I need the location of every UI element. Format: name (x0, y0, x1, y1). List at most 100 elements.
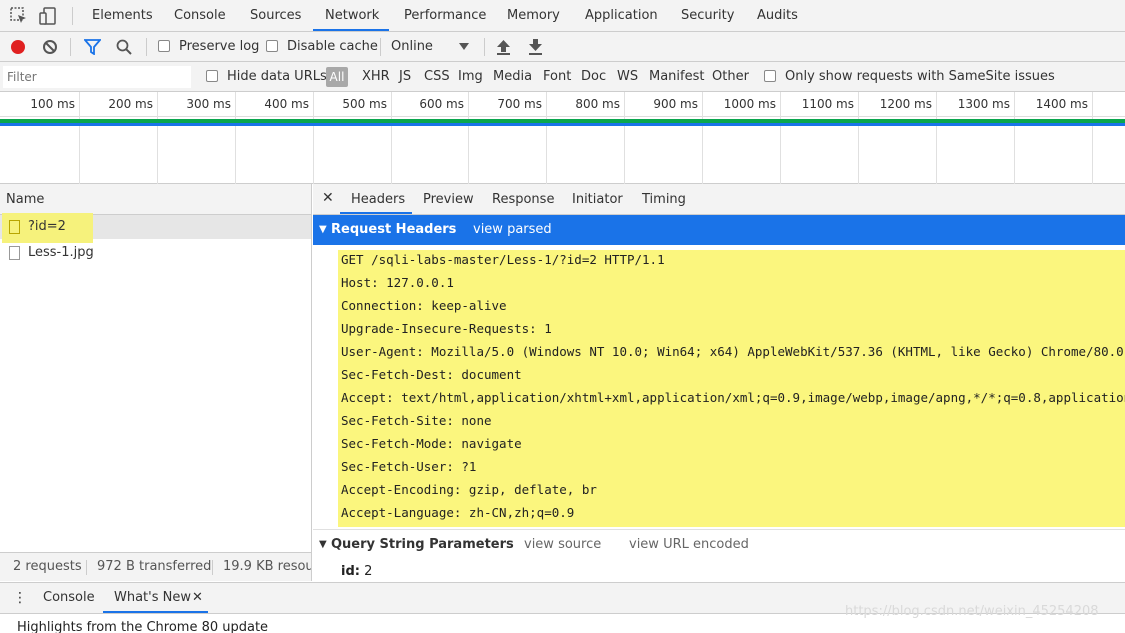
header-line: Accept-Language: zh-CN,zh;q=0.9 (341, 505, 575, 520)
drawer-tab-console[interactable]: Console (43, 583, 95, 613)
expand-triangle-icon[interactable]: ▼ (319, 530, 327, 560)
filter-type-xhr[interactable]: XHR (362, 62, 390, 92)
timeline-gridline (157, 92, 158, 184)
query-string-section-header[interactable]: ▼ Query String Parameters view source vi… (313, 529, 1125, 559)
tab-performance[interactable]: Performance (404, 0, 486, 32)
header-line: Sec-Fetch-Dest: document (341, 367, 522, 382)
chevron-down-icon[interactable] (459, 43, 469, 51)
tab-preview[interactable]: Preview (423, 184, 474, 215)
filter-type-other[interactable]: Other (712, 62, 749, 92)
header-line: GET /sqli-labs-master/Less-1/?id=2 HTTP/… (341, 252, 665, 267)
inspect-element-icon[interactable] (9, 6, 29, 26)
filter-type-media[interactable]: Media (493, 62, 532, 92)
request-row-selected[interactable]: ?id=2 (0, 215, 311, 239)
filter-type-manifest[interactable]: Manifest (649, 62, 704, 92)
tab-response[interactable]: Response (492, 184, 554, 215)
timeline-gridline (468, 92, 469, 184)
hide-data-urls-label[interactable]: Hide data URLs (227, 62, 327, 92)
tab-memory[interactable]: Memory (507, 0, 560, 32)
header-line: Connection: keep-alive (341, 298, 507, 313)
filter-type-font[interactable]: Font (543, 62, 571, 92)
request-count: 2 requests (13, 559, 82, 574)
filter-bar: Hide data URLs All XHR JS CSS Img Media … (0, 62, 1125, 92)
timeline-gridline (391, 92, 392, 184)
disable-cache-label[interactable]: Disable cache (287, 32, 378, 62)
search-icon[interactable] (116, 39, 132, 55)
header-line: Sec-Fetch-Mode: navigate (341, 436, 522, 451)
timeline-tick-label: 900 ms (653, 97, 698, 111)
timeline-gridline (858, 92, 859, 184)
header-line: Upgrade-Insecure-Requests: 1 (341, 321, 552, 336)
expand-triangle-icon[interactable]: ▼ (319, 215, 327, 245)
timeline-gridline (313, 92, 314, 184)
tab-elements[interactable]: Elements (92, 0, 153, 32)
header-line: Sec-Fetch-Site: none (341, 413, 492, 428)
view-parsed-link[interactable]: view parsed (473, 215, 552, 245)
close-details-icon[interactable]: ✕ (322, 184, 334, 213)
filter-type-ws[interactable]: WS (617, 62, 638, 92)
timeline-gridline (79, 92, 80, 184)
close-drawer-tab-icon[interactable]: ✕ (192, 583, 203, 613)
hide-data-urls-checkbox[interactable] (206, 70, 218, 82)
request-name: Less-1.jpg (28, 245, 94, 260)
active-tab-indicator (313, 29, 389, 31)
samesite-label[interactable]: Only show requests with SameSite issues (785, 62, 1055, 92)
throttling-select[interactable]: Online (391, 32, 433, 62)
drawer-tab-whats-new[interactable]: What's New (114, 583, 191, 613)
view-url-encoded-link[interactable]: view URL encoded (629, 530, 749, 560)
timeline-tick-label: 500 ms (342, 97, 387, 111)
filter-type-all[interactable]: All (326, 67, 348, 87)
view-source-link[interactable]: view source (524, 530, 601, 560)
tab-sources[interactable]: Sources (250, 0, 301, 32)
disable-cache-checkbox[interactable] (266, 40, 278, 52)
samesite-checkbox[interactable] (764, 70, 776, 82)
tab-audits[interactable]: Audits (757, 0, 798, 32)
watermark-text: https://blog.csdn.net/weixin_45254208 (845, 604, 1099, 619)
timeline-gridline (936, 92, 937, 184)
timeline-gridline (624, 92, 625, 184)
timeline-gridline (1014, 92, 1015, 184)
request-headers-title: Request Headers (331, 222, 457, 237)
tab-security[interactable]: Security (681, 0, 734, 32)
record-icon[interactable] (10, 39, 26, 55)
tab-timing[interactable]: Timing (642, 184, 686, 215)
name-column-header[interactable]: Name (0, 184, 311, 215)
tab-initiator[interactable]: Initiator (572, 184, 623, 215)
request-list: Name ?id=2 Less-1.jpg 2 requests 972 B t… (0, 184, 312, 581)
export-har-icon[interactable] (528, 39, 543, 55)
timeline-tick-label: 1300 ms (957, 97, 1010, 111)
more-menu-icon[interactable]: ⋮ (13, 583, 27, 613)
tab-console[interactable]: Console (174, 0, 226, 32)
active-drawer-tab-indicator (103, 611, 208, 613)
device-toolbar-icon[interactable] (38, 6, 58, 26)
timeline-overview[interactable]: 100 ms 200 ms 300 ms 400 ms 500 ms 600 ms 700 … (0, 92, 1125, 184)
whats-new-headline: Highlights from the Chrome 80 update (17, 620, 269, 633)
request-headers-section-header[interactable]: ▼ Request Headers view parsed (313, 215, 1125, 245)
filter-icon[interactable] (84, 39, 101, 55)
network-summary-bar: 2 requests 972 B transferred 19.9 KB res… (0, 552, 311, 581)
filter-type-css[interactable]: CSS (424, 62, 450, 92)
timeline-tick-label: 200 ms (108, 97, 153, 111)
header-line: Sec-Fetch-User: ?1 (341, 459, 477, 474)
devtools-main-tabbar: Elements Console Sources Network Perform… (0, 0, 1125, 32)
tab-application[interactable]: Application (585, 0, 658, 32)
timeline-gridline (546, 92, 547, 184)
preserve-log-label[interactable]: Preserve log (179, 32, 259, 62)
filter-type-img[interactable]: Img (458, 62, 483, 92)
preserve-log-checkbox[interactable] (158, 40, 170, 52)
filter-type-js[interactable]: JS (399, 62, 411, 92)
request-name: ?id=2 (28, 219, 66, 234)
timeline-gridline (235, 92, 236, 184)
filter-type-doc[interactable]: Doc (581, 62, 606, 92)
name-column-label: Name (6, 192, 45, 207)
timeline-tick-label: 700 ms (497, 97, 542, 111)
tab-network[interactable]: Network (325, 0, 379, 32)
request-row[interactable]: Less-1.jpg (0, 241, 311, 265)
import-har-icon[interactable] (496, 39, 511, 55)
query-param-key: id: (341, 564, 360, 579)
clear-icon[interactable] (42, 39, 58, 55)
tab-headers[interactable]: Headers (351, 184, 405, 215)
transferred-size: 972 B transferred (97, 559, 212, 574)
timeline-tick-label: 100 ms (30, 97, 75, 111)
filter-input[interactable] (3, 66, 191, 88)
